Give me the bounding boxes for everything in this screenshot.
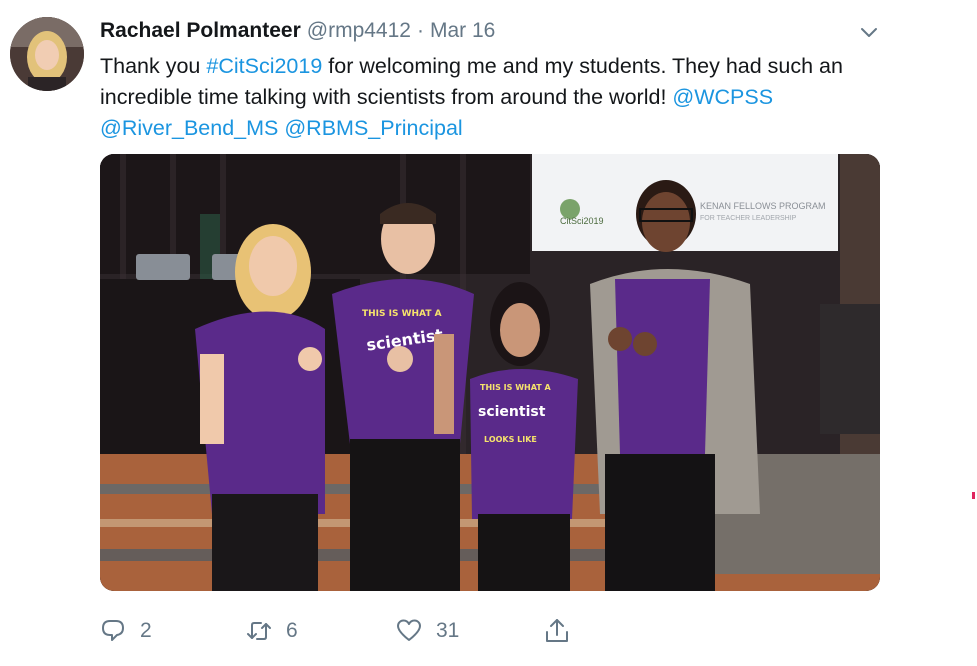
shirt-text-line2: scientist bbox=[478, 404, 546, 420]
tweet-header: Rachael Polmanteer @rmp4412 · Mar 16 bbox=[100, 19, 495, 47]
reply-icon bbox=[102, 620, 124, 641]
tweet-text-part: Thank you bbox=[100, 54, 207, 78]
tweet-card[interactable]: Rachael Polmanteer @rmp4412 · Mar 16 Tha… bbox=[0, 0, 977, 666]
retweet-count: 6 bbox=[286, 619, 298, 642]
shirt-text-line1: THIS IS WHAT A bbox=[480, 383, 552, 392]
mention-link[interactable]: @River_Bend_MS bbox=[100, 116, 278, 140]
author-name[interactable]: Rachael Polmanteer bbox=[100, 19, 301, 43]
tweet-actions: 2 6 31 bbox=[100, 613, 600, 649]
heart-icon bbox=[397, 619, 421, 641]
shirt-text-line3: LOOKS LIKE bbox=[484, 435, 537, 444]
author-avatar[interactable] bbox=[10, 17, 84, 91]
share-icon bbox=[546, 619, 568, 642]
projector-text-1: KENAN FELLOWS PROGRAM bbox=[700, 201, 826, 211]
like-button[interactable]: 31 bbox=[396, 613, 459, 649]
avatar-photo bbox=[10, 17, 84, 91]
projector-logo-text: CitSci2019 bbox=[560, 216, 604, 226]
reply-count: 2 bbox=[140, 619, 152, 642]
retweet-icon bbox=[247, 622, 271, 640]
author-handle[interactable]: @rmp4412 bbox=[307, 19, 411, 43]
reply-button[interactable]: 2 bbox=[100, 613, 152, 649]
mention-link[interactable]: @WCPSS bbox=[672, 85, 773, 109]
share-button[interactable] bbox=[544, 613, 584, 649]
header-separator: · bbox=[416, 19, 424, 42]
chevron-down-icon bbox=[861, 28, 877, 37]
retweet-button[interactable]: 6 bbox=[246, 613, 298, 649]
like-count: 31 bbox=[436, 619, 460, 642]
tweet-photo[interactable]: CitSci2019 KENAN FELLOWS PROGRAM FOR TEA… bbox=[100, 154, 880, 591]
hashtag-link[interactable]: #CitSci2019 bbox=[206, 54, 322, 78]
projector-text-2: FOR TEACHER LEADERSHIP bbox=[700, 215, 797, 222]
more-options-button[interactable] bbox=[858, 21, 880, 43]
mention-link[interactable]: @RBMS_Principal bbox=[284, 116, 462, 140]
shirt-text-line1: THIS IS WHAT A bbox=[362, 309, 442, 319]
tweet-date[interactable]: Mar 16 bbox=[430, 19, 495, 43]
tweet-text: Thank you #CitSci2019 for welcoming me a… bbox=[100, 51, 900, 144]
photo-scene: CitSci2019 KENAN FELLOWS PROGRAM FOR TEA… bbox=[100, 154, 880, 591]
edge-marker bbox=[972, 492, 975, 499]
